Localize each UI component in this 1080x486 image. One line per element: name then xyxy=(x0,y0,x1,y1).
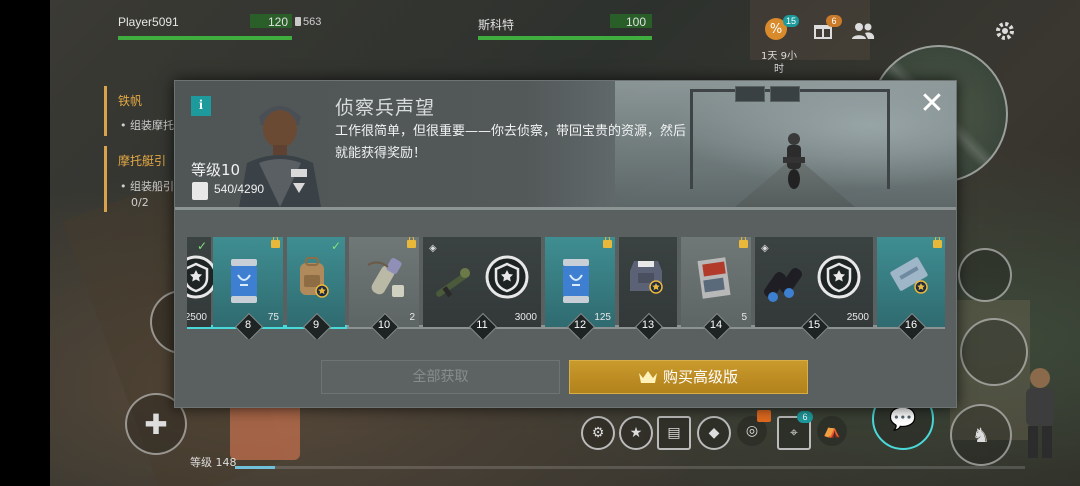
tier-number: 11 xyxy=(476,319,488,331)
magazine-icon xyxy=(694,255,734,305)
reward-count: 2500 xyxy=(187,312,207,323)
companion-hp-value: 100 xyxy=(626,15,647,29)
backpack-hud-icon[interactable]: ⛺ xyxy=(817,416,847,446)
close-button[interactable]: ✕ xyxy=(919,89,945,119)
ammo-icon xyxy=(295,17,301,26)
weapon-slot-button[interactable] xyxy=(958,248,1012,302)
settings-gear-icon[interactable] xyxy=(992,18,1018,44)
lock-icon xyxy=(603,237,612,248)
scout-level: 等级10 xyxy=(191,161,241,179)
reward-count: 5 xyxy=(741,312,747,323)
player-name: Player5091 xyxy=(118,15,179,29)
scene-gantry-post-right xyxy=(887,89,890,189)
dialog-header: i 等级10 540/4290 侦察兵声望 工作很简单，但很重要——你去侦察，带… xyxy=(175,81,956,207)
mortar-bomb-icon xyxy=(362,255,410,307)
player-hp-value: 120 xyxy=(268,15,289,29)
checkmark-icon: ✓ xyxy=(196,239,207,253)
crown-icon xyxy=(638,371,657,383)
tier-number: 15 xyxy=(807,319,821,331)
companion-hp-bar xyxy=(478,36,652,40)
buy-premium-button[interactable]: 购买高级版 xyxy=(569,360,808,394)
checkmark-icon: ✓ xyxy=(330,239,341,253)
scene-sign-2 xyxy=(770,86,800,102)
tier-number: 16 xyxy=(904,319,918,331)
tier-number: 9 xyxy=(312,319,320,331)
rocket-launcher-icon xyxy=(431,263,475,311)
claim-all-button[interactable]: 全部获取 xyxy=(321,360,560,394)
scout-reputation-dialog: i 等级10 540/4290 侦察兵声望 工作很简单，但很重要——你去侦察，带… xyxy=(174,80,957,408)
lock-icon xyxy=(271,237,280,248)
map-badge: 6 xyxy=(797,411,813,423)
reward-count: 75 xyxy=(267,312,279,323)
lock-icon xyxy=(933,237,942,248)
reward-count: 3000 xyxy=(514,312,537,323)
reward-count: 2500 xyxy=(846,312,869,323)
tier-number: 10 xyxy=(377,319,391,331)
quest-marker-2 xyxy=(104,146,107,212)
quest-step-1: • 组装摩托 xyxy=(120,119,174,132)
reputation-points-icon xyxy=(192,182,208,200)
video-ad-icon[interactable] xyxy=(757,410,771,422)
letterbox-left xyxy=(0,0,50,486)
reward-count: 2 xyxy=(409,312,415,323)
blueprint-icon xyxy=(889,255,933,303)
player-character xyxy=(1008,362,1068,462)
player-level: 等级 148 xyxy=(190,456,237,469)
canister-icon xyxy=(226,255,262,309)
companion-name: 斯科特 xyxy=(478,18,515,32)
event-timer: 1天 9小时 xyxy=(761,51,797,75)
binoculars-icon xyxy=(763,263,807,311)
player-xp-bar xyxy=(235,466,1025,469)
quest-marker-1 xyxy=(104,86,107,136)
reward-tier-7[interactable]: 2500 ✓ xyxy=(187,237,218,327)
quest-step-2: • 组装船引 xyxy=(120,180,174,193)
quest-title-1[interactable]: 铁帆 xyxy=(118,92,142,109)
ammo-count: 563 xyxy=(303,16,322,28)
gift-badge: 6 xyxy=(826,15,842,27)
vest-icon xyxy=(626,255,666,299)
reputation-badge-icon xyxy=(485,255,529,303)
header-separator xyxy=(175,207,956,210)
info-button[interactable]: i xyxy=(191,96,211,116)
scene-sign-1 xyxy=(735,86,765,102)
quest-progress-2: 0/2 xyxy=(131,196,149,209)
dialog-description: 工作很简单，但很重要——你去侦察，带回宝贵的资源，然后就能获得奖励！ xyxy=(335,124,687,161)
reward-track[interactable]: 2500 ✓ 75 8 ✓ 9 2 10 ◈ 3000 11 125 12 13 5 14 ◈ 2500 15 16 xyxy=(187,237,945,339)
reputation-badge-icon xyxy=(817,255,861,303)
dialog-title: 侦察兵声望 xyxy=(335,97,436,119)
reputation-icon[interactable]: ★ xyxy=(619,416,653,450)
scout-xp-progress: 540/4290 xyxy=(214,182,265,196)
notice-board-icon[interactable]: ▤ xyxy=(657,416,691,450)
shield-icon: ◈ xyxy=(761,243,769,254)
craft-icon[interactable]: ⚙ xyxy=(581,416,615,450)
lock-icon xyxy=(739,237,748,248)
friends-icon[interactable] xyxy=(850,18,876,44)
shield-icon: ◈ xyxy=(429,243,437,254)
tier-number: 14 xyxy=(709,319,723,331)
biker-figure xyxy=(783,133,805,189)
reward-count: 125 xyxy=(594,312,611,323)
tier-number: 13 xyxy=(641,319,655,331)
event-badge: 15 xyxy=(783,15,799,27)
tier-number: 12 xyxy=(573,319,587,331)
canister-icon xyxy=(558,255,594,309)
backpack-icon xyxy=(294,255,330,303)
clan-emblem-icon[interactable]: ◆ xyxy=(697,416,731,450)
quest-title-2[interactable]: 摩托艇引 xyxy=(118,152,166,169)
buy-premium-label: 购买高级版 xyxy=(662,368,738,386)
lock-icon xyxy=(407,237,416,248)
player-hp-bar xyxy=(118,36,292,40)
tier-number: 8 xyxy=(244,319,252,331)
crouch-button[interactable]: ♞ xyxy=(950,404,1012,466)
